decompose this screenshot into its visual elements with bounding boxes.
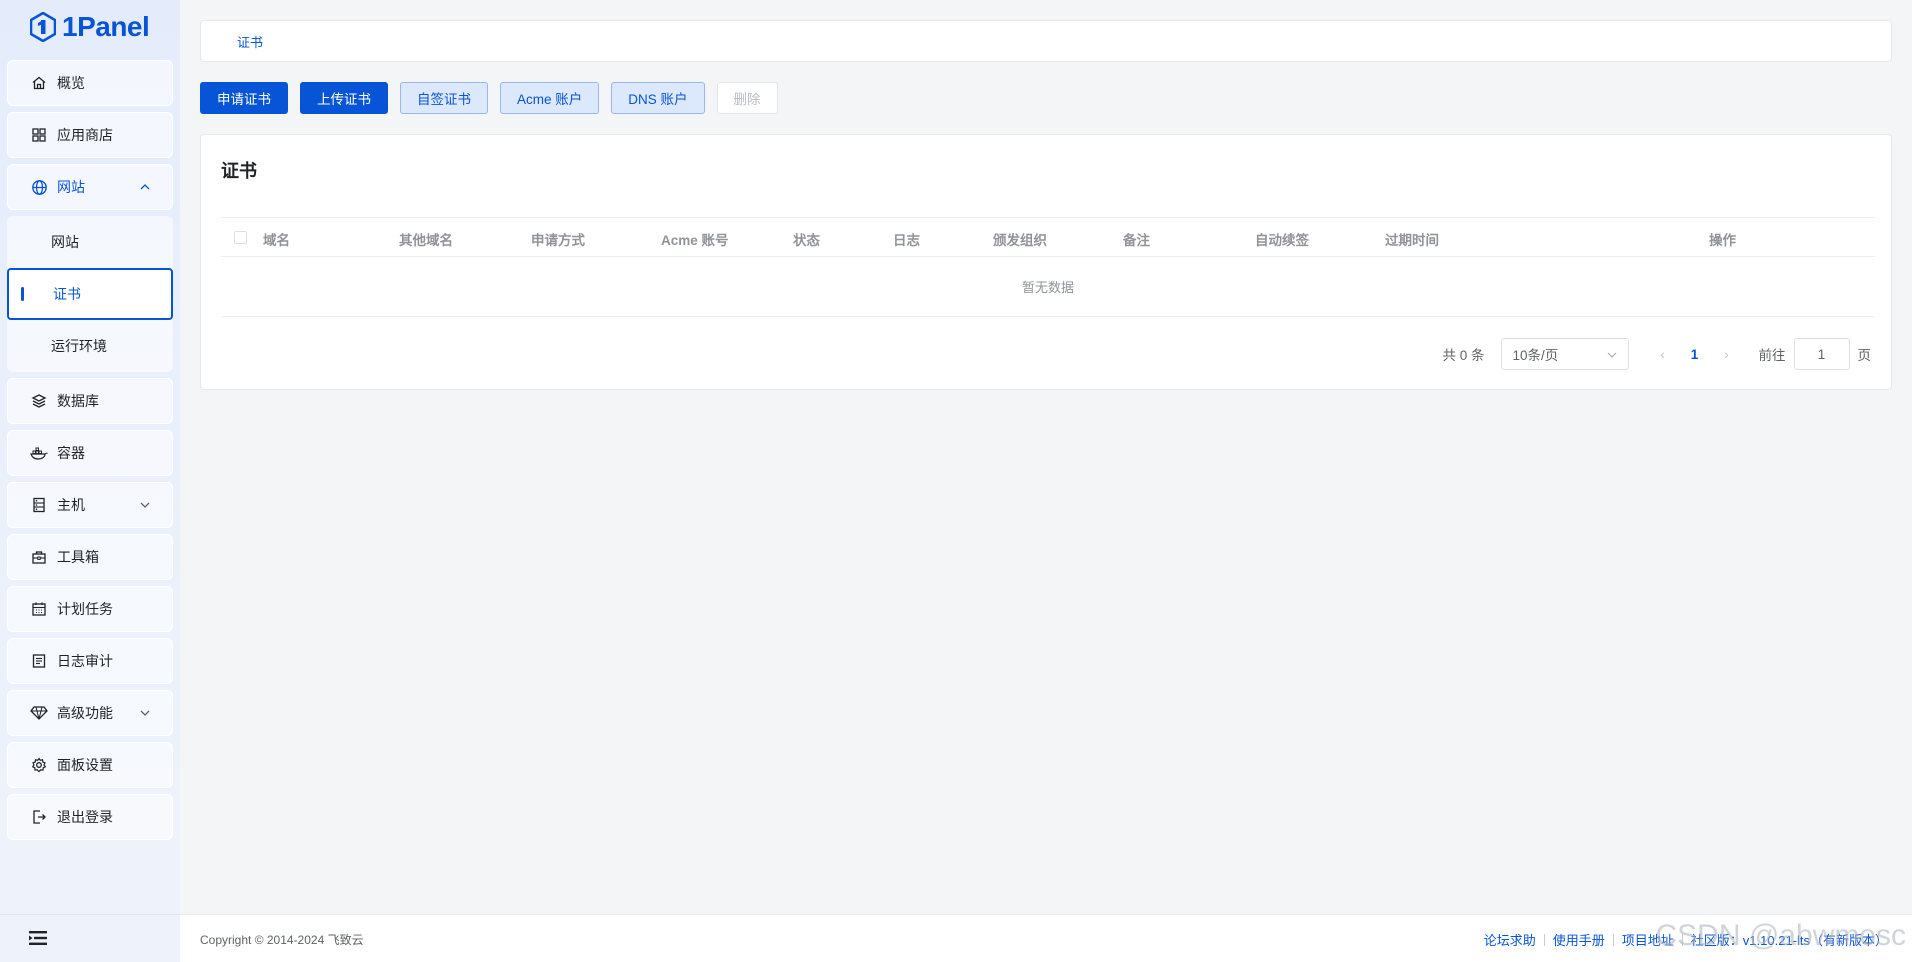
apply-certificate-button[interactable]: 申请证书 [200,82,288,114]
acme-account-button[interactable]: Acme 账户 [500,82,600,114]
column-header-expire-time[interactable]: 过期时间 [1385,229,1439,249]
logo-text: 1Panel [62,11,150,42]
pagination-total: 共 0 条 [1442,348,1485,363]
card-title: 证书 [221,161,257,181]
docker-icon [30,444,48,462]
sidebar-item-label: 概览 [57,75,85,91]
sidebar-item-label: 工具箱 [57,549,99,565]
page-size-value: 10条/页 [1512,348,1559,363]
table-empty-state: 暂无数据 [221,257,1875,317]
grid-icon [30,126,48,144]
sidebar-item-advanced[interactable]: 高级功能 [7,690,173,736]
table-header: 域名 其他域名 申请方式 Acme 账号 状态 日志 颁发组织 备注 自动续签 … [221,217,1875,257]
breadcrumb: 证书 [200,20,1892,62]
sidebar-item-toolbox[interactable]: 工具箱 [7,534,173,580]
sidebar-item-label: 面板设置 [57,757,113,773]
manual-link[interactable]: 使用手册 [1553,930,1605,949]
goto-page-input[interactable]: 1 [1793,338,1850,370]
sidebar-item-label: 网站 [57,179,85,195]
sidebar-item-label: 主机 [57,497,85,513]
page-suffix-label: 页 [1857,348,1872,363]
column-header-auto-renew[interactable]: 自动续签 [1255,229,1309,249]
self-signed-certificate-button[interactable]: 自签证书 [400,82,488,114]
sidebar-item-settings[interactable]: 面板设置 [7,742,173,788]
column-header-other-domains[interactable]: 其他域名 [399,229,453,249]
layers-icon [30,392,48,410]
calendar-icon [30,600,48,618]
menu-collapse-icon[interactable] [28,928,48,948]
sidebar-item-website[interactable]: 网站 [7,164,173,210]
sidebar-item-app-store[interactable]: 应用商店 [7,112,173,158]
column-header-apply-method[interactable]: 申请方式 [531,229,585,249]
toolbar: 申请证书 上传证书 自签证书 Acme 账户 DNS 账户 删除 [200,82,778,114]
divider [1612,933,1614,946]
sidebar-subitem-runtime[interactable]: 运行环境 [7,320,173,372]
forum-link[interactable]: 论坛求助 [1484,930,1536,949]
sidebar-item-label: 高级功能 [57,705,113,721]
chevron-down-icon [140,502,150,508]
sidebar-item-overview[interactable]: 概览 [7,60,173,106]
sidebar-divider [0,914,180,915]
select-all-checkbox[interactable] [234,231,247,244]
column-header-acme-account[interactable]: Acme 账号 [661,229,729,249]
logout-icon [30,808,48,826]
active-indicator [21,287,24,301]
next-page-icon[interactable]: › [1713,346,1741,362]
chevron-down-icon [1607,352,1616,358]
sidebar-item-log-audit[interactable]: 日志审计 [7,638,173,684]
sidebar-item-label: 应用商店 [57,127,113,143]
sidebar-item-label: 容器 [57,445,85,461]
sidebar-item-logout[interactable]: 退出登录 [7,794,173,840]
sidebar-item-label: 数据库 [57,393,99,409]
sidebar-item-database[interactable]: 数据库 [7,378,173,424]
sidebar-subitem-websites[interactable]: 网站 [7,216,173,268]
app-logo[interactable]: 1Panel [0,0,180,54]
gear-icon [30,756,48,774]
column-header-remark[interactable]: 备注 [1123,229,1150,249]
sidebar-item-container[interactable]: 容器 [7,430,173,476]
certificate-card: 证书 域名 其他域名 申请方式 Acme 账号 状态 日志 颁发组织 备注 自动… [200,134,1892,390]
divider [1543,933,1545,946]
dns-account-button[interactable]: DNS 账户 [611,82,705,114]
breadcrumb-current[interactable]: 证书 [237,32,263,51]
goto-label: 前往 [1758,348,1786,363]
sidebar-menu: 概览 应用商店 网站 网站 证书 运行环境 数据库 容器 主机 工具箱 计划任务… [0,54,180,840]
sidebar-subitem-certificates[interactable]: 证书 [7,268,173,320]
watermark: CSDN @abwmosc [1655,919,1906,952]
logo-icon [30,12,56,42]
column-header-log[interactable]: 日志 [893,229,920,249]
column-header-status[interactable]: 状态 [793,229,820,249]
chevron-up-icon [140,184,150,190]
page-number-current[interactable]: 1 [1677,347,1713,362]
prev-page-icon[interactable]: ‹ [1649,346,1677,362]
home-icon [30,74,48,92]
sidebar-item-label: 日志审计 [57,653,113,669]
copyright-text: Copyright © 2014-2024 飞致云 [200,933,364,947]
sidebar-item-label: 计划任务 [57,601,113,617]
page-size-select[interactable]: 10条/页 [1500,338,1629,370]
toolbox-icon [30,548,48,566]
chevron-down-icon [140,710,150,716]
sidebar-subitem-label: 网站 [51,234,79,250]
sidebar-item-label: 退出登录 [57,809,113,825]
footer: Copyright © 2014-2024 飞致云 论坛求助 使用手册 项目地址… [180,914,1912,962]
sidebar: 1Panel 概览 应用商店 网站 网站 证书 运行环境 数据库 容器 主机 工… [0,0,180,962]
column-header-actions: 操作 [1709,233,1736,248]
column-header-issuer[interactable]: 颁发组织 [993,229,1047,249]
sidebar-item-cron[interactable]: 计划任务 [7,586,173,632]
sidebar-subitem-label: 运行环境 [51,338,107,354]
sidebar-subitem-label: 证书 [53,286,81,302]
server-icon [30,496,48,514]
sidebar-item-host[interactable]: 主机 [7,482,173,528]
pagination: 共 0 条 10条/页 ‹ 1 › 前往 1 页 [1442,338,1871,370]
empty-text: 暂无数据 [1021,280,1074,295]
log-icon [30,652,48,670]
delete-button[interactable]: 删除 [716,82,778,114]
upload-certificate-button[interactable]: 上传证书 [300,82,388,114]
goto-page-value: 1 [1817,346,1826,362]
column-header-domain[interactable]: 域名 [263,229,290,249]
diamond-icon [30,704,48,722]
sidebar-submenu-website: 网站 证书 运行环境 [7,216,173,372]
globe-icon [30,178,48,196]
